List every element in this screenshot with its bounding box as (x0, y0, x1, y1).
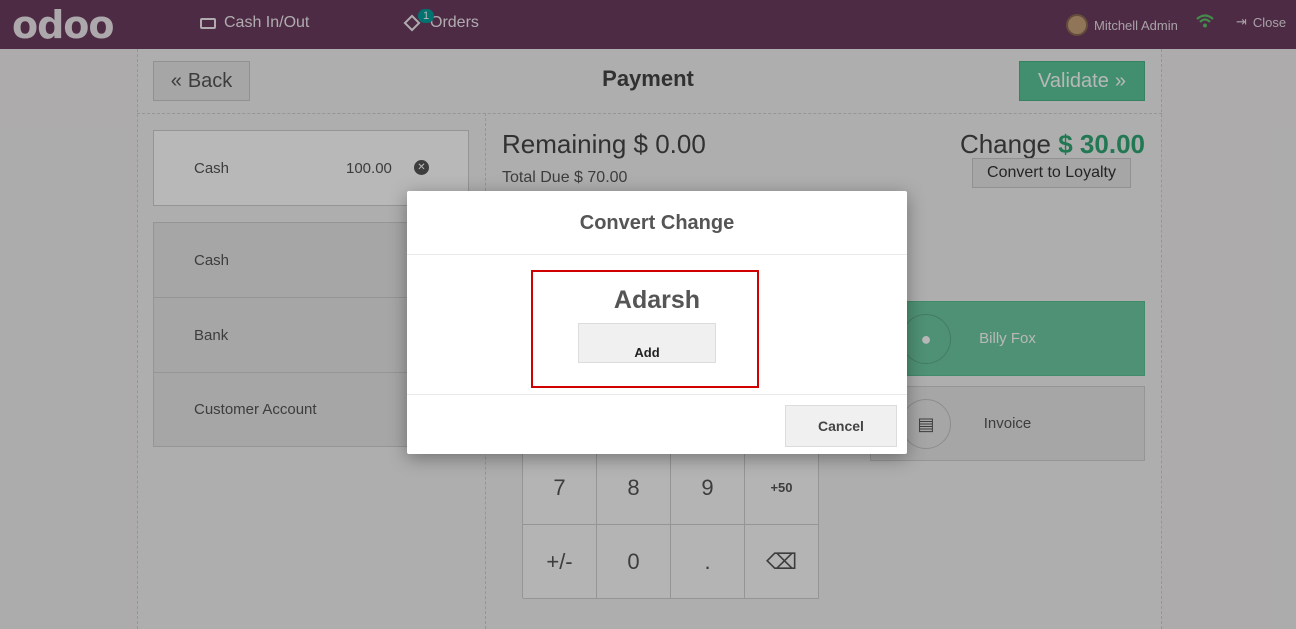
dialog-customer-name: Adarsh (613, 286, 701, 314)
add-button[interactable]: Add (578, 323, 716, 363)
convert-change-dialog: Convert Change Adarsh Add Cancel (407, 191, 907, 454)
cancel-button[interactable]: Cancel (785, 405, 897, 447)
dialog-footer: Cancel (407, 394, 907, 454)
dialog-title: Convert Change (407, 191, 907, 255)
